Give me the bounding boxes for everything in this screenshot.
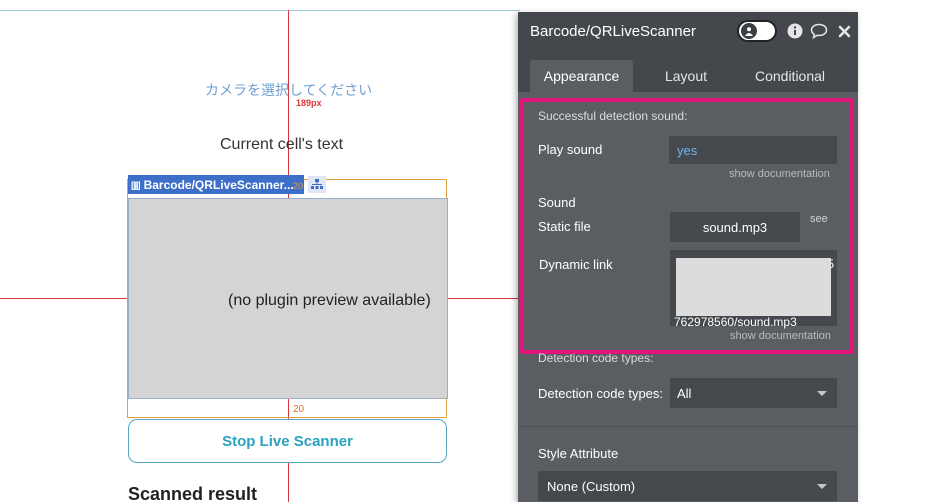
tab-appearance[interactable]: Appearance <box>530 60 633 92</box>
detection-types-value: All <box>677 385 692 401</box>
scanned-result-heading: Scanned result <box>128 484 258 502</box>
detection-types-label: Detection code types: <box>538 386 664 401</box>
property-editor-panel: Barcode/QRLiveScanner Appearance Layout … <box>518 12 858 502</box>
visibility-toggle[interactable] <box>737 20 777 42</box>
comment-icon[interactable] <box>810 22 828 40</box>
style-attribute-select[interactable]: None (Custom) <box>538 471 837 501</box>
tag-number: 20 <box>293 181 304 191</box>
style-attribute-value: None (Custom) <box>547 478 636 494</box>
panel-tabs: Appearance Layout Conditional <box>518 52 858 92</box>
horizontal-guide-left <box>0 298 128 299</box>
tab-conditional[interactable]: Conditional <box>740 60 840 92</box>
element-tag-label: Barcode/QRLiveScanner... <box>143 177 294 192</box>
chevron-down-icon <box>817 484 827 489</box>
close-icon[interactable] <box>835 22 853 40</box>
style-attribute-heading: Style Attribute <box>538 446 619 461</box>
spacing-label: 189px <box>296 98 322 108</box>
person-icon <box>741 23 757 39</box>
panel-header: Barcode/QRLiveScanner <box>518 12 858 52</box>
element-tree-icon[interactable] <box>308 176 326 193</box>
highlight-frame <box>520 98 854 354</box>
section-divider <box>518 426 858 427</box>
bottom-gap-label: 20 <box>293 404 305 415</box>
detection-types-heading: Detection code types: <box>538 351 654 365</box>
camera-select-prompt[interactable]: カメラを選択してください <box>205 80 372 100</box>
plugin-preview-text: (no plugin preview available) <box>228 292 431 309</box>
barcode-icon: [|||] <box>131 179 141 190</box>
stop-live-scanner-button[interactable]: Stop Live Scanner <box>128 419 447 463</box>
tab-layout[interactable]: Layout <box>646 60 726 92</box>
canvas-top-border <box>0 10 520 11</box>
chevron-down-icon <box>817 391 827 396</box>
element-tag[interactable]: [|||] Barcode/QRLiveScanner... <box>128 175 304 194</box>
panel-title: Barcode/QRLiveScanner <box>530 23 696 40</box>
current-cell-text[interactable]: Current cell's text <box>220 136 343 154</box>
info-icon[interactable] <box>786 22 804 40</box>
horizontal-guide-right <box>448 298 520 299</box>
detection-types-select[interactable]: All <box>670 378 837 408</box>
